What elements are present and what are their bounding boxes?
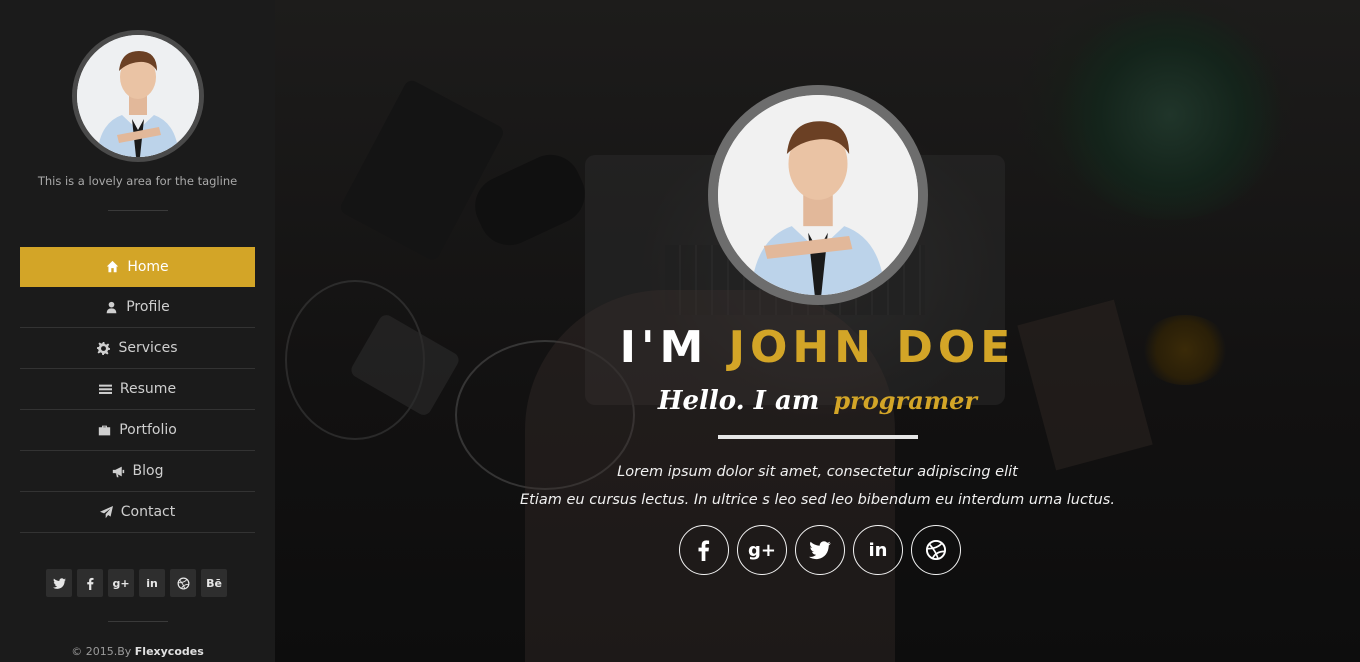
sidebar-avatar [72,30,204,162]
sidebar-item-label: Profile [126,299,170,315]
sidebar-item-label: Home [127,258,169,275]
linkedin-icon[interactable]: in [853,525,903,575]
hero-social-links: g+ in [679,525,961,575]
background-decor [1055,10,1285,220]
facebook-icon[interactable] [77,569,103,597]
tagline: This is a lovely area for the tagline [37,174,238,188]
hero-subtitle: Hello. I am programer [275,386,1360,416]
hero-underline [718,435,918,439]
sidebar-item-resume[interactable]: Resume [20,369,255,410]
behance-icon[interactable]: Bē [201,569,227,597]
sidebar-item-profile[interactable]: Profile [20,287,255,328]
hero-description-line: Etiam eu cursus lectus. In ultrice s leo… [520,492,1115,508]
hero-title-prefix: I'M [619,322,709,373]
twitter-icon[interactable] [46,569,72,597]
sidebar-item-label: Contact [120,504,176,520]
sidebar-item-label: Blog [132,463,164,479]
hero-section: I'M JOHN DOE Hello. I am programer Lorem … [275,0,1360,662]
google-plus-icon[interactable]: g+ [108,569,134,597]
copyright: © 2015.By Flexycodes [0,645,275,658]
megaphone-icon [112,465,125,478]
paper-plane-icon [99,505,113,519]
hero-description: Lorem ipsum dolor sit amet, consectetur … [275,458,1360,514]
gear-icon [97,341,111,355]
copyright-brand-link[interactable]: Flexycodes [135,645,204,658]
hero-role: programer [833,386,978,415]
list-icon [98,383,112,396]
briefcase-icon [98,424,111,437]
linkedin-icon[interactable]: in [139,569,165,597]
hero-avatar [708,85,928,305]
google-plus-icon[interactable]: g+ [737,525,787,575]
twitter-icon[interactable] [795,525,845,575]
background-decor [338,77,506,263]
sidebar-item-services[interactable]: Services [20,328,255,369]
sidebar-item-home[interactable]: Home [20,247,255,287]
sidebar-item-blog[interactable]: Blog [20,451,255,492]
sidebar: This is a lovely area for the tagline Ho… [0,0,275,662]
home-icon [106,260,119,273]
hero-title: I'M JOHN DOE [275,322,1360,373]
hero-description-line: Lorem ipsum dolor sit amet, consectetur … [617,464,1018,480]
dribbble-icon[interactable] [911,525,961,575]
hero-title-name: JOHN DOE [728,322,1016,373]
hero-hello: Hello. I am [657,386,820,416]
sidebar-nav: Home Profile Services Resume Portfolio B… [20,247,255,533]
sidebar-item-label: Services [118,340,178,356]
dribbble-icon[interactable] [170,569,196,597]
sidebar-divider-bottom [108,621,168,622]
sidebar-item-label: Portfolio [119,422,177,438]
user-icon [105,301,118,314]
sidebar-item-contact[interactable]: Contact [20,492,255,533]
sidebar-divider [108,210,168,211]
facebook-icon[interactable] [679,525,729,575]
copyright-text: © 2015.By [71,645,132,658]
sidebar-social-links: g+ in Bē [46,569,227,597]
sidebar-item-portfolio[interactable]: Portfolio [20,410,255,451]
sidebar-item-label: Resume [119,381,177,397]
